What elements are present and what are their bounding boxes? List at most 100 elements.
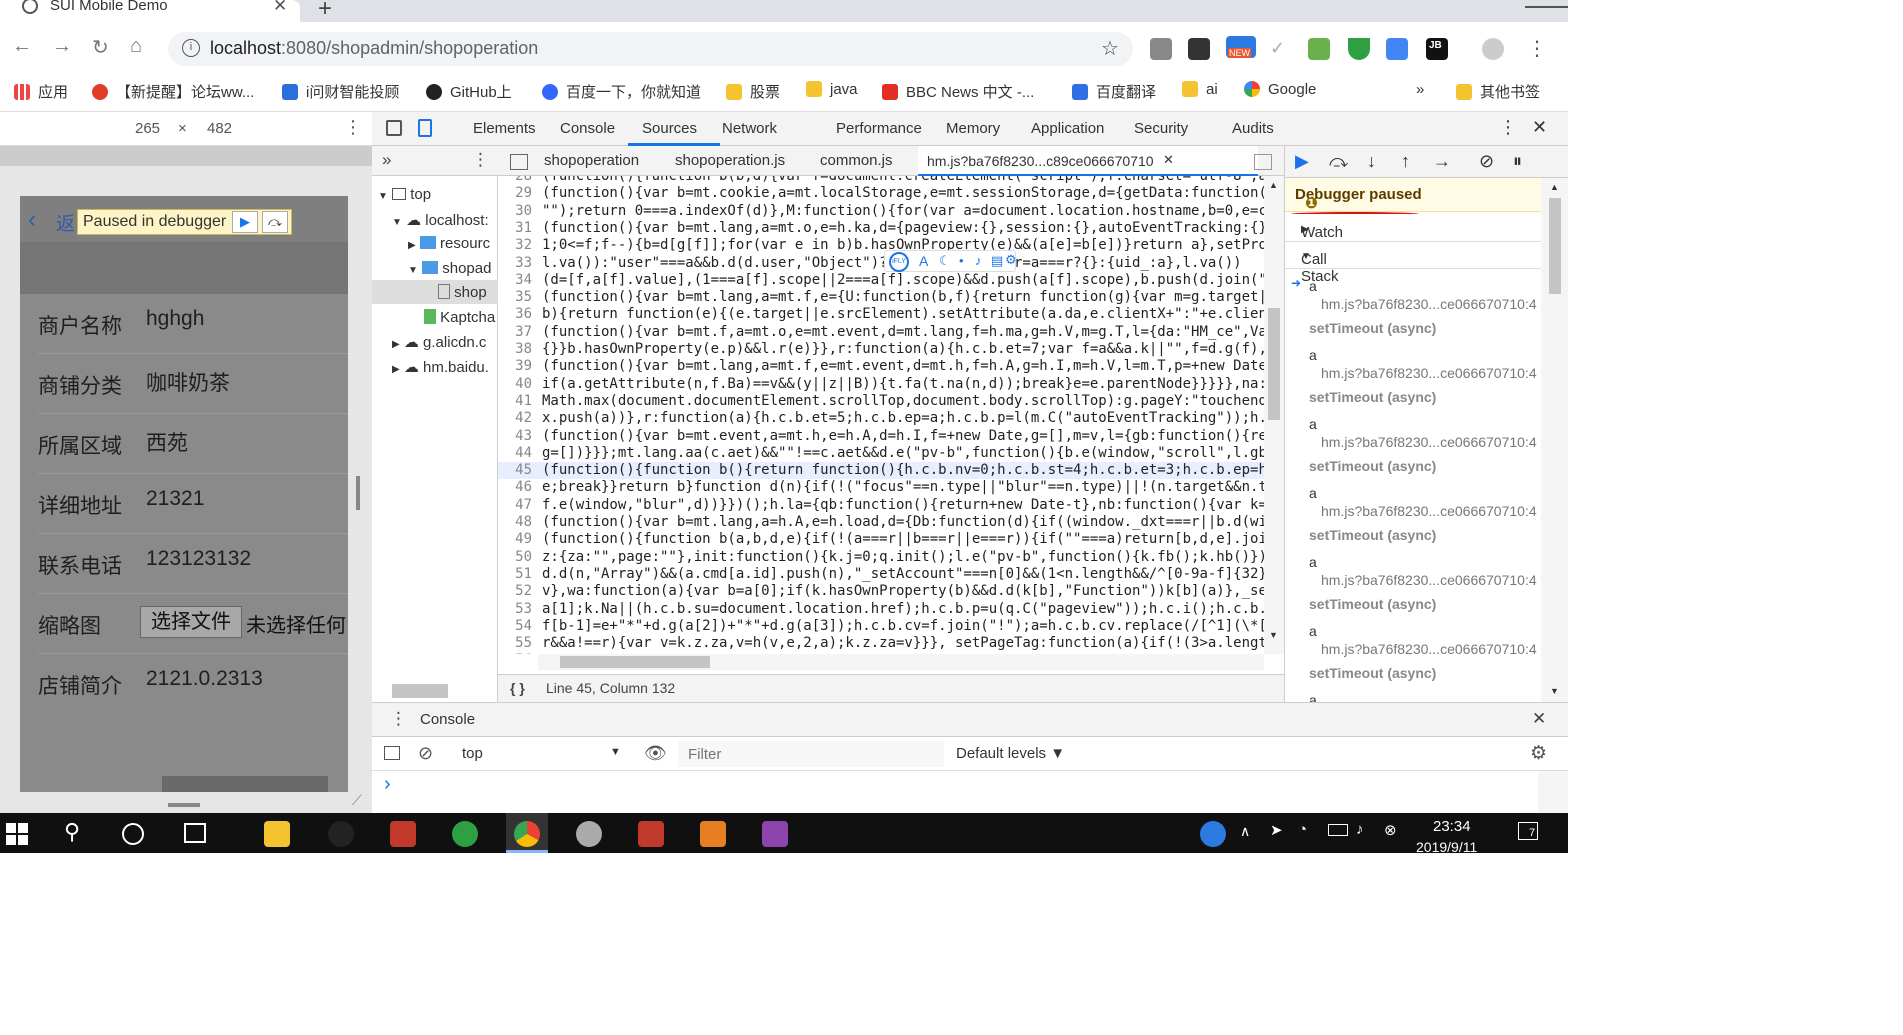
app-icon-orange[interactable] (700, 821, 726, 847)
battery-icon[interactable] (1328, 824, 1348, 836)
forward-icon[interactable]: → (52, 35, 72, 58)
back-icon[interactable]: ← (12, 35, 32, 58)
frame-location[interactable]: hm.js?ba76f8230...ce066670710:4 (1321, 503, 1537, 519)
code-line[interactable]: 50 z:{za:"",page:""},init:function(){k.j=… (498, 549, 1264, 566)
row-value[interactable]: hghgh (146, 307, 204, 331)
code-line[interactable]: 38 {}}b.hasOwnProperty(e.p)&&l.r(e)}},r:f… (498, 341, 1264, 358)
line-number[interactable]: 48 (498, 514, 536, 531)
line-number[interactable]: 50 (498, 549, 536, 566)
frame-function[interactable]: a (1309, 623, 1317, 639)
line-number[interactable]: 53 (498, 601, 536, 618)
settings-gear-icon[interactable]: ⚙ (1005, 252, 1017, 268)
app-icon-green[interactable] (452, 821, 478, 847)
tab-security[interactable]: Security (1134, 120, 1188, 137)
search-icon[interactable]: ⚲ (64, 819, 80, 845)
context-dropdown-icon[interactable]: ▼ (610, 746, 621, 758)
line-number[interactable]: 33 (498, 255, 536, 272)
bookmark-item[interactable]: 百度翻译 (1072, 81, 1156, 105)
line-number[interactable]: 36 (498, 306, 536, 323)
file-tab-active[interactable]: hm.js?ba76f8230...c89ce066670710 (927, 153, 1154, 169)
navigator-scrollbar-thumb[interactable] (392, 684, 448, 698)
tab-performance[interactable]: Performance (836, 120, 922, 137)
frame-function[interactable]: a (1309, 416, 1317, 432)
code-line[interactable]: 51 d.d(n,"Array")&&(a.cmd[a.id].push(n),"… (498, 566, 1264, 583)
tree-item-resources[interactable]: ▶ resourc (408, 235, 490, 252)
resize-handle-right[interactable] (356, 476, 360, 510)
drawer-tab-console[interactable]: Console (420, 711, 475, 728)
file-tab[interactable]: shopoperation.js (675, 152, 785, 169)
code-line[interactable]: 37 (function(){var b=mt.f,a=mt.o,e=mt.eve… (498, 324, 1264, 341)
line-number[interactable]: 39 (498, 358, 536, 375)
bookmark-item[interactable]: Google (1244, 81, 1316, 105)
tab-sources[interactable]: Sources (642, 120, 697, 137)
bookmark-folder[interactable]: 股票 (726, 81, 780, 105)
tab-console[interactable]: Console (560, 120, 615, 137)
tray-chevron-icon[interactable]: ∧ (1240, 823, 1250, 840)
pause-on-exceptions-icon[interactable]: ⏸ (1513, 151, 1522, 172)
more-tabs-chevron-icon[interactable]: » (382, 150, 391, 170)
step-icon[interactable]: → (1433, 151, 1451, 172)
editor-hscroll-thumb[interactable] (560, 656, 710, 668)
code-line[interactable]: 46 e;break}}return b}function d(n){if(!("… (498, 479, 1264, 496)
console-scrollbar[interactable] (1538, 771, 1568, 814)
log-levels-dropdown[interactable]: Default levels ▼ (956, 745, 1065, 762)
resume-icon[interactable]: ▶ (232, 211, 258, 233)
close-devtools-icon[interactable]: ✕ (1532, 117, 1547, 138)
tree-item-hm-baidu[interactable]: ▶ ☁ hm.baidu. (392, 358, 489, 376)
tree-item-localhost[interactable]: ▼ ☁ localhost: (392, 211, 489, 229)
line-number[interactable]: 44 (498, 445, 536, 462)
shield-icon[interactable] (1348, 38, 1370, 60)
device-height-input[interactable]: 482 (207, 120, 232, 137)
code-line[interactable]: 29 (function(){var b=mt.cookie,a=mt.local… (498, 185, 1264, 202)
row-value[interactable]: 21321 (146, 487, 204, 511)
line-number[interactable]: 32 (498, 237, 536, 254)
editor-scroll-thumb[interactable] (1268, 308, 1280, 420)
line-number[interactable]: 41 (498, 393, 536, 410)
bookmark-item[interactable]: BBC News 中文 -... (882, 81, 1034, 105)
code-line[interactable]: 41 Math.max(document.documentElement.scro… (498, 393, 1264, 410)
pretty-print-icon[interactable]: { } (510, 680, 525, 696)
frame-function[interactable]: a (1309, 347, 1317, 363)
call-frame[interactable]: a hm.js?ba76f8230...ce066670710:4 setTimeo… (1285, 408, 1541, 477)
console-filter-input[interactable] (678, 741, 944, 767)
code-line[interactable]: 39 (function(){var b=mt.lang,a=mt.f,e=mt.… (498, 358, 1264, 375)
inspect-element-icon[interactable] (386, 120, 402, 136)
code-line[interactable]: 42 x.push(a))},r:function(a){h.c.b.et=5;h… (498, 410, 1264, 427)
back-chevron-icon[interactable]: ‹ (28, 206, 36, 234)
code-line-current[interactable]: 45 (function(){function b(){return functi… (498, 462, 1264, 480)
line-number[interactable]: 37 (498, 324, 536, 341)
call-frame[interactable]: a hm.js?ba76f8230...ce066670710:4 setTimeo… (1285, 339, 1541, 408)
back-link[interactable]: 返 (56, 209, 75, 236)
callstack-section[interactable]: ▼ Call Stack (1285, 243, 1541, 285)
line-number[interactable]: 29 (498, 185, 536, 202)
windows-start-icon[interactable] (6, 823, 28, 845)
code-line[interactable]: 28 (function(){function b(b,d){var f=docu… (498, 176, 1264, 185)
bookmark-item[interactable]: GitHub上 (426, 81, 512, 105)
line-number[interactable]: 42 (498, 410, 536, 427)
file-tab[interactable]: common.js (820, 152, 893, 169)
notification-icon[interactable]: 7 (1518, 822, 1538, 840)
url-text[interactable]: localhost:8080/shopadmin/shopoperation (210, 38, 538, 59)
line-number[interactable]: 52 (498, 583, 536, 600)
extension-icon-2[interactable] (1188, 38, 1210, 60)
wifi-icon[interactable]: ◔ (1298, 821, 1307, 838)
code-line[interactable]: 47 f.e(window,"blur",d))}})();h.la={qb:fu… (498, 497, 1264, 514)
tree-item-shopoperation[interactable]: shop (438, 284, 487, 301)
code-line[interactable]: 32 1;0<=f;f--){b=d[g[f]];for(var e in b)b… (498, 237, 1264, 254)
bookmark-folder[interactable]: java (806, 81, 858, 105)
frame-function[interactable]: a (1309, 485, 1317, 501)
app-icon-gray[interactable] (576, 821, 602, 847)
translate-icon[interactable] (1386, 38, 1408, 60)
code-line[interactable]: 43 (function(){var b=mt.event,a=mt.h,e=h.… (498, 428, 1264, 445)
scroll-up-icon[interactable]: ▲ (1269, 180, 1278, 190)
line-number[interactable]: 51 (498, 566, 536, 583)
watch-section[interactable]: ▶ Watch (1285, 216, 1541, 242)
sidebar-toggle-icon[interactable] (384, 746, 400, 760)
bookmark-item[interactable]: 百度一下，你就知道 (542, 81, 701, 105)
input-status-icon[interactable]: ⊗ (1384, 821, 1397, 839)
other-bookmarks-folder[interactable]: 其他书签 (1456, 81, 1540, 105)
bookmarks-more-icon[interactable]: » (1416, 81, 1424, 105)
extension-new-icon[interactable]: NEW (1226, 36, 1256, 58)
tab-network[interactable]: Network (722, 120, 777, 137)
check-icon[interactable]: ✓ (1270, 38, 1285, 59)
